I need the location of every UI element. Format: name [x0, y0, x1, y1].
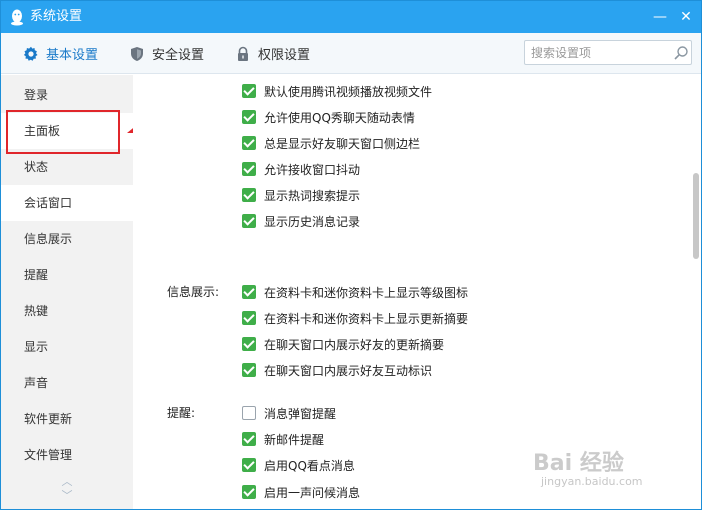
checkbox-checked[interactable]: [242, 337, 256, 351]
checkbox-checked[interactable]: [242, 363, 256, 377]
sidebar-item-reminder[interactable]: 提醒: [1, 257, 133, 293]
option-label: 默认使用腾讯视频播放视频文件: [264, 84, 433, 99]
option-new-mail[interactable]: 新邮件提醒: [242, 429, 324, 449]
checkbox-checked[interactable]: [242, 136, 256, 150]
sidebar-item-chat-window[interactable]: 会话窗口: [1, 185, 133, 221]
sidebar-item-info-display[interactable]: 信息展示: [1, 221, 133, 257]
section-label-reminder: 提醒:: [167, 406, 196, 420]
option-history-messages[interactable]: 显示历史消息记录: [242, 211, 360, 231]
checkbox-checked[interactable]: [242, 162, 256, 176]
option-chat-sidebar[interactable]: 总是显示好友聊天窗口侧边栏: [242, 133, 420, 153]
option-label: 允许使用QQ秀聊天随动表情: [264, 110, 415, 125]
checkbox-checked[interactable]: [242, 84, 256, 98]
option-greeting-message[interactable]: 启用一声问候消息: [242, 482, 360, 502]
search-icon[interactable]: [673, 45, 689, 61]
option-friend-updates-in-chat[interactable]: 在聊天窗口内展示好友的更新摘要: [242, 334, 444, 354]
minimize-button[interactable]: —: [652, 9, 668, 25]
sidebar-item-status[interactable]: 状态: [1, 149, 133, 185]
sidebar-item-main-panel[interactable]: 主面板: [1, 113, 133, 149]
option-message-popup[interactable]: 消息弹窗提醒: [242, 403, 336, 423]
checkbox-checked[interactable]: [242, 432, 256, 446]
chevron-up-icon[interactable]: ︿: [59, 475, 75, 489]
checkbox-checked[interactable]: [242, 458, 256, 472]
sidebar-item-display[interactable]: 显示: [1, 329, 133, 365]
gear-icon: [23, 46, 38, 61]
option-label: 消息弹窗提醒: [264, 406, 337, 421]
tab-security-settings[interactable]: 安全设置: [129, 33, 204, 74]
checkbox-checked[interactable]: [242, 311, 256, 325]
option-update-summary[interactable]: 在资料卡和迷你资料卡上显示更新摘要: [242, 308, 468, 328]
option-label: 新邮件提醒: [264, 432, 325, 447]
option-tencent-video[interactable]: 默认使用腾讯视频播放视频文件: [242, 81, 432, 101]
option-label: 总是显示好友聊天窗口侧边栏: [264, 136, 421, 151]
tab-security-settings-label: 安全设置: [152, 48, 205, 63]
option-label: 显示历史消息记录: [264, 214, 361, 229]
search-input[interactable]: [531, 44, 661, 61]
sidebar-item-software-update[interactable]: 软件更新: [1, 401, 133, 437]
option-label: 在聊天窗口内展示好友互动标识: [264, 363, 433, 378]
sidebar-item-file-management[interactable]: 文件管理: [1, 437, 133, 473]
settings-toolbar: 基本设置 安全设置 权限设置: [1, 33, 701, 74]
option-friend-interaction-tags[interactable]: 在聊天窗口内展示好友互动标识: [242, 360, 432, 380]
sidebar-item-sound[interactable]: 声音: [1, 365, 133, 401]
settings-content: 默认使用腾讯视频播放视频文件 允许使用QQ秀聊天随动表情 总是显示好友聊天窗口侧…: [133, 75, 688, 509]
tab-permission-settings[interactable]: 权限设置: [235, 33, 310, 74]
option-level-icon[interactable]: 在资料卡和迷你资料卡上显示等级图标: [242, 282, 468, 302]
sidebar-item-hotkey[interactable]: 热键: [1, 293, 133, 329]
option-label: 启用QQ看点消息: [264, 458, 355, 473]
option-hot-search-tips[interactable]: 显示热词搜索提示: [242, 185, 360, 205]
option-qq-show-emotions[interactable]: 允许使用QQ秀聊天随动表情: [242, 107, 415, 127]
title-bar: 系统设置 — ✕: [1, 1, 701, 33]
tab-basic-settings-label: 基本设置: [46, 48, 99, 63]
option-label: 在资料卡和迷你资料卡上显示等级图标: [264, 285, 469, 300]
checkbox-unchecked[interactable]: [242, 406, 256, 420]
sidebar: 登录 主面板 状态 会话窗口 信息展示 提醒 热键 显示 声音 软件更新 文件管…: [1, 75, 133, 509]
checkbox-checked[interactable]: [242, 188, 256, 202]
checkbox-checked[interactable]: [242, 285, 256, 299]
option-label: 启用一声问候消息: [264, 485, 361, 500]
tab-basic-settings[interactable]: 基本设置: [23, 33, 98, 74]
section-label-info-display: 信息展示:: [167, 285, 220, 299]
checkbox-checked[interactable]: [242, 110, 256, 124]
option-label: 在资料卡和迷你资料卡上显示更新摘要: [264, 311, 469, 326]
scrollbar-thumb[interactable]: [693, 173, 699, 259]
shield-icon: [131, 46, 143, 61]
search-box: [524, 40, 692, 65]
qq-penguin-icon: [11, 9, 23, 26]
option-label: 允许接收窗口抖动: [264, 162, 361, 177]
window-title: 系统设置: [30, 9, 83, 24]
checkbox-checked[interactable]: [242, 485, 256, 499]
lock-icon: [238, 46, 248, 61]
tab-permission-settings-label: 权限设置: [258, 48, 311, 63]
option-window-shake[interactable]: 允许接收窗口抖动: [242, 159, 360, 179]
chevron-down-icon[interactable]: ﹀: [59, 489, 75, 503]
settings-window: 系统设置 — ✕ 基本设置 安全设置 权限设置 搜索设置项 登录 主面板 状态 …: [0, 0, 702, 510]
option-label: 显示热词搜索提示: [264, 188, 361, 203]
option-label: 在聊天窗口内展示好友的更新摘要: [264, 337, 445, 352]
sidebar-scroll-arrows: ︿ ﹀: [59, 475, 75, 509]
close-button[interactable]: ✕: [678, 9, 694, 25]
scrollbar-track: [689, 75, 701, 509]
option-qq-kandian[interactable]: 启用QQ看点消息: [242, 455, 355, 475]
checkbox-checked[interactable]: [242, 214, 256, 228]
sidebar-item-login[interactable]: 登录: [1, 77, 133, 113]
